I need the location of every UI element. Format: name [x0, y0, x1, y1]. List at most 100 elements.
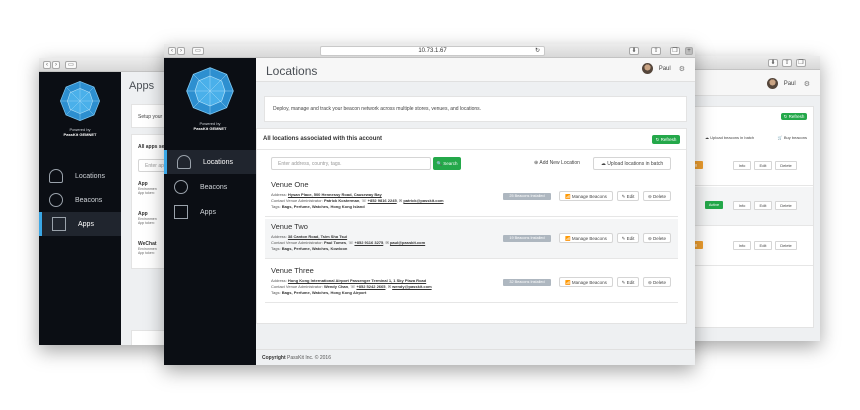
venue-address: Address: Hysan Place, 500 Hennessy Road,… [271, 192, 382, 197]
address-value[interactable]: 38 Canton Road, Tsim Sha Tsui [288, 234, 347, 239]
edit-label: Edit [626, 280, 635, 285]
locations-main: Locations Paul ⚙ Deploy, manage and trac… [256, 58, 695, 365]
sidebar-item-label: Beacons [200, 183, 228, 191]
share-icon[interactable]: ⇧ [651, 47, 661, 55]
list-item[interactable]: WeChat Environmen App token: [138, 241, 157, 255]
venue-address: Address: 38 Canton Road, Tsim Sha Tsui [271, 234, 347, 239]
map-pin-icon [177, 155, 191, 169]
table-row[interactable]: Venue Two Address: 38 Canton Road, Tsim … [265, 219, 678, 259]
email-link[interactable]: patrick@passkit.com [403, 198, 443, 203]
edit-button[interactable]: ✎ Edit [617, 233, 639, 243]
brand-label: PassKit GEMNET [63, 132, 97, 137]
user-name: Paul [658, 65, 671, 72]
locations-card: All locations associated with this accou… [256, 128, 687, 324]
sidebar-item-locations[interactable]: Locations [39, 164, 121, 188]
sidebar-toggle-icon[interactable]: ▭ [65, 61, 77, 69]
back-icon[interactable]: ‹ [43, 61, 51, 69]
list-item[interactable]: App Environmen App token: [138, 211, 157, 225]
sidebar-item-beacons[interactable]: Beacons [164, 175, 256, 199]
table-row[interactable]: Venue Three Address: Hong Kong Internati… [265, 263, 678, 303]
contact-name: Patrick Kosterman [323, 198, 360, 203]
edit-button[interactable]: ✎ Edit [617, 191, 639, 201]
phone-link[interactable]: +852 5242 2665 [356, 284, 385, 289]
logo: Powered by PassKit GEMNET [39, 80, 121, 137]
manage-beacons-button[interactable]: 📶 Manage Beacons [559, 233, 613, 243]
edit-button[interactable]: Edit [754, 201, 772, 210]
manage-beacons-button[interactable]: 📶 Manage Beacons [559, 191, 613, 201]
delete-button[interactable]: Delete [775, 201, 797, 210]
refresh-button[interactable]: ↻ Refresh [781, 113, 807, 120]
sidebar-item-apps[interactable]: Apps [164, 200, 256, 224]
search-input[interactable]: Enter address, country, tags. [271, 157, 431, 170]
section-title: All locations associated with this accou… [263, 136, 383, 142]
new-tab-icon[interactable]: + [685, 47, 693, 55]
forward-icon[interactable]: › [52, 61, 60, 69]
sidebar-toggle-icon[interactable]: ▭ [192, 47, 204, 55]
upload-locations-button[interactable]: ☁ Upload locations in batch [593, 157, 671, 170]
back-icon[interactable]: ‹ [168, 47, 176, 55]
refresh-button[interactable]: ↻ Refresh [652, 135, 680, 144]
window-chrome: ‹ › ▭ [39, 58, 179, 72]
intro-card: Deploy, manage and track your beacon net… [264, 96, 687, 122]
address-bar[interactable]: 10.73.1.67 ↻ [320, 46, 545, 56]
address-label: Address: [271, 278, 287, 283]
buy-label: Buy beacons [783, 135, 807, 140]
beacon-icon [174, 180, 188, 194]
tags-value: Bags, Perfume, Watches, Hong Kong Airpor… [281, 290, 367, 295]
phone-link[interactable]: +852 9116 3275 [354, 240, 383, 245]
user-menu[interactable]: Paul ⚙ [766, 78, 810, 89]
phone-link[interactable]: +852 9816 2245 [368, 198, 397, 203]
sidebar-item-beacons[interactable]: Beacons [39, 188, 121, 212]
upload-beacons-button[interactable]: ☁ Upload beacons in batch [705, 135, 754, 140]
url-text: 10.73.1.67 [418, 48, 447, 54]
sidebar-item-apps[interactable]: Apps [39, 212, 121, 236]
info-button[interactable]: Info [733, 241, 751, 250]
manage-beacons-button[interactable]: 📶 Manage Beacons [559, 277, 613, 287]
refresh-label: Refresh [660, 137, 677, 142]
delete-button[interactable]: ⊖ Delete [643, 191, 671, 201]
share-icon[interactable]: ⇧ [782, 59, 792, 67]
contact-label: Contact Venue Administrator: [271, 198, 323, 203]
venue-contact: Contact Venue Administrator: Wendy Chan,… [271, 284, 432, 289]
upload-label: Upload locations in batch [607, 161, 664, 167]
sidebar-item-locations[interactable]: Locations [164, 150, 256, 174]
edit-button[interactable]: Edit [754, 161, 772, 170]
tabs-icon[interactable]: ❐ [670, 47, 680, 55]
gear-icon[interactable]: ⚙ [804, 80, 810, 88]
beacon-row[interactable]: Active Info Edit Delete [677, 187, 813, 226]
gear-icon[interactable]: ⚙ [679, 65, 685, 73]
manage-label: Manage Beacons [571, 194, 607, 199]
user-menu[interactable]: Paul ⚙ [641, 63, 685, 74]
buy-beacons-button[interactable]: 🛒 Buy beacons [778, 135, 807, 140]
search-button[interactable]: 🔍 Search [433, 157, 461, 170]
add-label: Add New Location [539, 160, 580, 166]
email-link[interactable]: paul@passkit.com [390, 240, 425, 245]
info-button[interactable]: Info [733, 201, 751, 210]
edit-button[interactable]: Edit [754, 241, 772, 250]
reload-icon[interactable]: ↻ [535, 47, 540, 56]
address-value[interactable]: Hong Kong International Airport Passenge… [288, 278, 426, 283]
tabs-icon[interactable]: ❐ [796, 59, 806, 67]
app-token: App token: [138, 251, 155, 255]
delete-button[interactable]: ⊖ Delete [643, 277, 671, 287]
download-icon[interactable]: ⬇ [768, 59, 778, 67]
forward-icon[interactable]: › [177, 47, 185, 55]
beacon-row[interactable]: Pending Info Edit Delete [677, 227, 813, 266]
page-title: Locations [266, 64, 318, 78]
email-link[interactable]: wendy@passkit.com [392, 284, 431, 289]
address-value[interactable]: Hysan Place, 500 Hennessy Road, Causeway… [288, 192, 382, 197]
beacons-badge: 25 Beacons Installed [503, 193, 551, 200]
delete-button[interactable]: ⊖ Delete [643, 233, 671, 243]
locations-window: ‹ › ▭ 10.73.1.67 ↻ ⬇ ⇧ ❐ + Powered by Pa… [164, 44, 695, 365]
info-button[interactable]: Info [733, 161, 751, 170]
download-icon[interactable]: ⬇ [629, 47, 639, 55]
add-location-button[interactable]: ⊕ Add New Location [529, 157, 585, 170]
delete-button[interactable]: Delete [775, 241, 797, 250]
address-label: Address: [271, 234, 287, 239]
edit-button[interactable]: ✎ Edit [617, 277, 639, 287]
list-item[interactable]: App Environmen App token: [138, 181, 157, 195]
avatar [641, 63, 653, 74]
table-row[interactable]: Venue One Address: Hysan Place, 500 Henn… [265, 177, 678, 217]
delete-button[interactable]: Delete [775, 161, 797, 170]
beacon-row[interactable]: Pending Info Edit Delete [677, 147, 813, 186]
